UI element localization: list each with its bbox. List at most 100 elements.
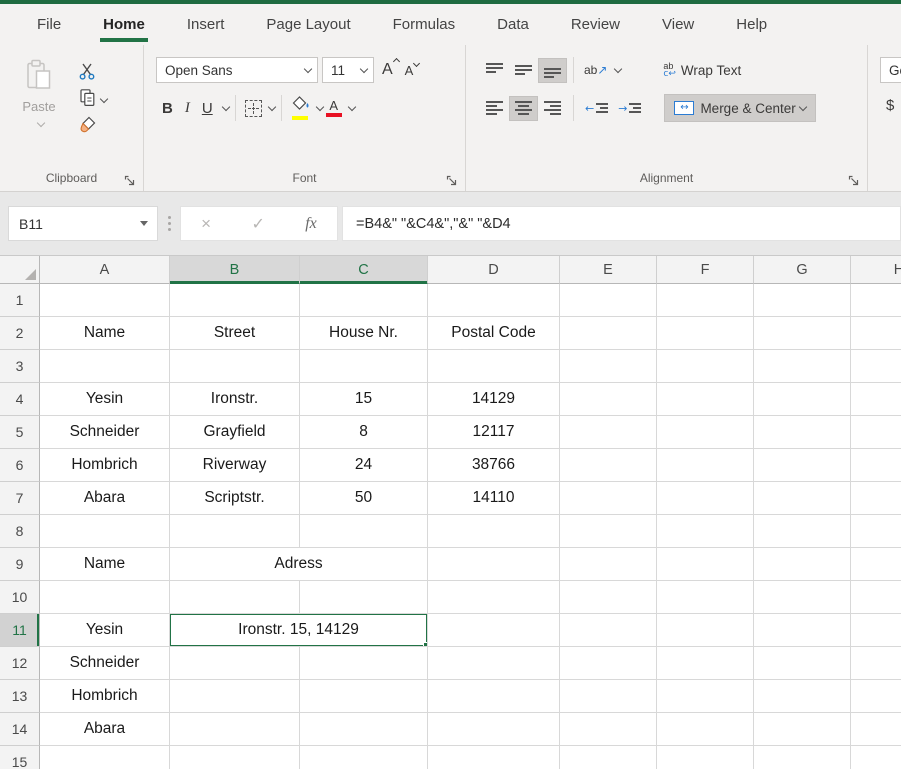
cell-E7[interactable] xyxy=(560,482,657,515)
cell-A3[interactable] xyxy=(40,350,170,383)
cell-F6[interactable] xyxy=(657,449,754,482)
cell-E12[interactable] xyxy=(560,647,657,680)
cell-F13[interactable] xyxy=(657,680,754,713)
align-left-button[interactable] xyxy=(480,96,509,121)
cell-F10[interactable] xyxy=(657,581,754,614)
row-header-12[interactable]: 12 xyxy=(0,647,40,680)
cell-F5[interactable] xyxy=(657,416,754,449)
cell-A15[interactable] xyxy=(40,746,170,769)
cell-E5[interactable] xyxy=(560,416,657,449)
cell-H6[interactable] xyxy=(851,449,901,482)
column-header-C[interactable]: C xyxy=(300,256,428,284)
cell-H13[interactable] xyxy=(851,680,901,713)
cell-D10[interactable] xyxy=(428,581,560,614)
cell-F7[interactable] xyxy=(657,482,754,515)
cell-B13[interactable] xyxy=(170,680,300,713)
italic-button[interactable]: I xyxy=(179,100,196,117)
cell-D4[interactable]: 14129 xyxy=(428,383,560,416)
row-header-7[interactable]: 7 xyxy=(0,482,40,515)
cell-H15[interactable] xyxy=(851,746,901,769)
tab-file[interactable]: File xyxy=(16,4,82,45)
cell-G10[interactable] xyxy=(754,581,851,614)
cell-G12[interactable] xyxy=(754,647,851,680)
cell-G14[interactable] xyxy=(754,713,851,746)
cell-G1[interactable] xyxy=(754,284,851,317)
formula-bar-grip[interactable] xyxy=(158,216,180,231)
row-header-9[interactable]: 9 xyxy=(0,548,40,581)
cell-B1[interactable] xyxy=(170,284,300,317)
merged-cell-B11[interactable]: Ironstr. 15, 14129 xyxy=(170,614,428,647)
cell-C6[interactable]: 24 xyxy=(300,449,428,482)
cell-E14[interactable] xyxy=(560,713,657,746)
cell-D1[interactable] xyxy=(428,284,560,317)
cell-E8[interactable] xyxy=(560,515,657,548)
copy-dropdown-caret[interactable] xyxy=(100,94,108,102)
cell-E13[interactable] xyxy=(560,680,657,713)
cell-A4[interactable]: Yesin xyxy=(40,383,170,416)
merged-cell-B9[interactable]: Adress xyxy=(170,548,428,581)
bold-button[interactable]: B xyxy=(156,100,179,117)
orientation-button[interactable]: ab↗ xyxy=(580,63,611,77)
align-middle-button[interactable] xyxy=(509,58,538,83)
cell-F12[interactable] xyxy=(657,647,754,680)
increase-indent-button[interactable]: → xyxy=(613,102,646,115)
tab-data[interactable]: Data xyxy=(476,4,550,45)
cancel-button[interactable]: × xyxy=(201,215,211,232)
cell-A14[interactable]: Abara xyxy=(40,713,170,746)
cell-A6[interactable]: Hombrich xyxy=(40,449,170,482)
cell-B15[interactable] xyxy=(170,746,300,769)
tab-home[interactable]: Home xyxy=(82,4,166,45)
merge-center-dropdown-caret[interactable] xyxy=(798,102,806,110)
cell-H4[interactable] xyxy=(851,383,901,416)
cell-H12[interactable] xyxy=(851,647,901,680)
cell-D15[interactable] xyxy=(428,746,560,769)
align-right-button[interactable] xyxy=(538,96,567,121)
row-header-13[interactable]: 13 xyxy=(0,680,40,713)
cell-B6[interactable]: Riverway xyxy=(170,449,300,482)
cell-G2[interactable] xyxy=(754,317,851,350)
row-header-10[interactable]: 10 xyxy=(0,581,40,614)
number-format-combo[interactable]: Ge xyxy=(880,57,901,83)
cell-H5[interactable] xyxy=(851,416,901,449)
column-header-A[interactable]: A xyxy=(40,256,170,284)
cell-A9[interactable]: Name xyxy=(40,548,170,581)
decrease-indent-button[interactable]: ← xyxy=(580,102,613,115)
cell-D3[interactable] xyxy=(428,350,560,383)
borders-dropdown-caret[interactable] xyxy=(267,102,275,110)
cell-G8[interactable] xyxy=(754,515,851,548)
cell-A5[interactable]: Schneider xyxy=(40,416,170,449)
cell-B4[interactable]: Ironstr. xyxy=(170,383,300,416)
cell-D11[interactable] xyxy=(428,614,560,647)
borders-button[interactable] xyxy=(245,100,262,117)
cell-F15[interactable] xyxy=(657,746,754,769)
cell-G5[interactable] xyxy=(754,416,851,449)
cell-H2[interactable] xyxy=(851,317,901,350)
cell-F1[interactable] xyxy=(657,284,754,317)
tab-page-layout[interactable]: Page Layout xyxy=(245,4,371,45)
align-center-button[interactable] xyxy=(509,96,538,121)
cell-F14[interactable] xyxy=(657,713,754,746)
font-name-combo[interactable]: Open Sans xyxy=(156,57,318,83)
cell-A2[interactable]: Name xyxy=(40,317,170,350)
paste-dropdown-caret[interactable] xyxy=(37,119,45,127)
cell-D8[interactable] xyxy=(428,515,560,548)
row-header-5[interactable]: 5 xyxy=(0,416,40,449)
cell-B8[interactable] xyxy=(170,515,300,548)
cell-A11[interactable]: Yesin xyxy=(40,614,170,647)
cell-C8[interactable] xyxy=(300,515,428,548)
cell-G11[interactable] xyxy=(754,614,851,647)
column-header-F[interactable]: F xyxy=(657,256,754,284)
cell-E15[interactable] xyxy=(560,746,657,769)
formula-input[interactable]: =B4&" "&C4&","&" "&D4 xyxy=(342,206,901,241)
cell-G15[interactable] xyxy=(754,746,851,769)
copy-button[interactable] xyxy=(78,90,107,110)
cell-C15[interactable] xyxy=(300,746,428,769)
tab-view[interactable]: View xyxy=(641,4,715,45)
cell-D5[interactable]: 12117 xyxy=(428,416,560,449)
tab-help[interactable]: Help xyxy=(715,4,788,45)
cell-G3[interactable] xyxy=(754,350,851,383)
enter-button[interactable]: ✓ xyxy=(251,214,264,233)
column-header-G[interactable]: G xyxy=(754,256,851,284)
cell-G6[interactable] xyxy=(754,449,851,482)
cell-B10[interactable] xyxy=(170,581,300,614)
